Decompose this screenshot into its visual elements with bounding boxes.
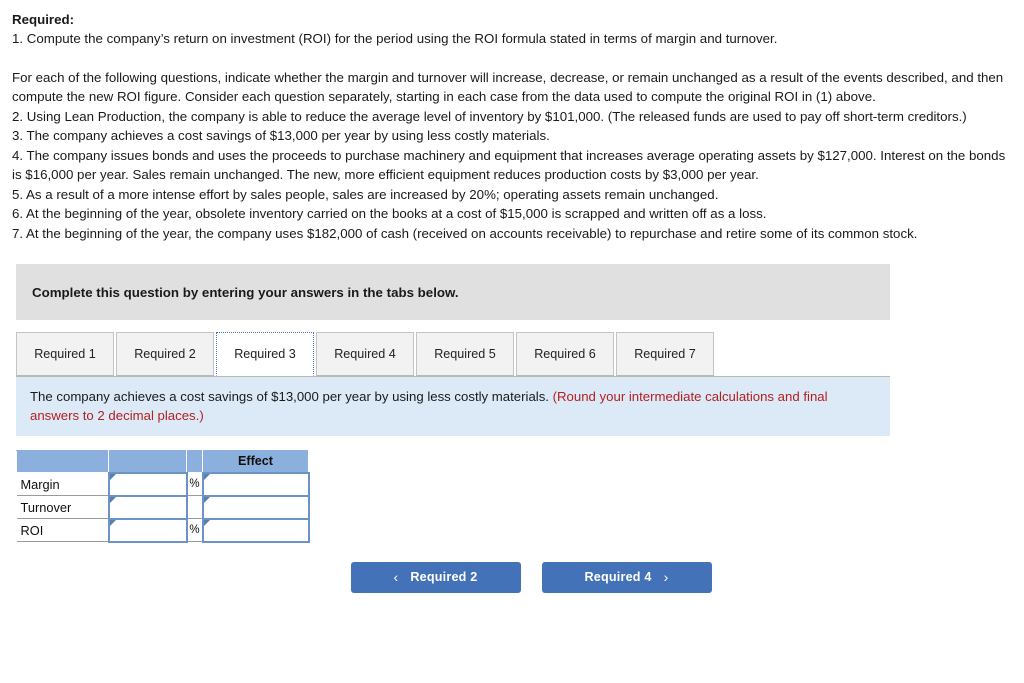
requirements-intro: For each of the following questions, ind… [12, 69, 1004, 105]
question-info-bar: The company achieves a cost savings of $… [16, 377, 890, 436]
tab-required-6[interactable]: Required 6 [516, 332, 614, 376]
answer-table: Effect Margin% Turnover ROI% [16, 450, 310, 543]
row-label: Margin [16, 472, 109, 496]
next-required-button[interactable]: Required 4 › [541, 561, 712, 593]
header-effect: Effect [202, 450, 309, 473]
question-panel: Complete this question by entering your … [16, 264, 890, 436]
requirement-item-3: 3. The company achieves a cost savings o… [12, 128, 550, 143]
tab-required-7[interactable]: Required 7 [616, 332, 714, 376]
header-blank-3 [186, 450, 203, 473]
table-row: Margin% [16, 471, 310, 497]
tab-label: Required 6 [534, 347, 596, 361]
unit-label [186, 495, 203, 519]
answer-table-wrap: Effect Margin% Turnover ROI% [16, 450, 1024, 543]
row-label: ROI [16, 518, 109, 542]
tab-label: Required 2 [134, 347, 196, 361]
chevron-left-icon: ‹ [393, 569, 399, 585]
table-row: Turnover [16, 494, 310, 520]
question-statement: The company achieves a cost savings of $… [30, 389, 549, 404]
value-input[interactable] [107, 517, 188, 543]
tab-required-5[interactable]: Required 5 [416, 332, 514, 376]
required-heading: Required: [12, 12, 75, 27]
tab-strip: Required 1 Required 2 Required 3 Required 4… [16, 332, 890, 377]
tab-label: Required 5 [434, 347, 496, 361]
tab-required-2[interactable]: Required 2 [116, 332, 214, 376]
requirement-item-5: 5. As a result of a more intense effort … [12, 186, 719, 202]
requirements-section: Required: 1. Compute the company’s retur… [0, 0, 1024, 243]
chevron-right-icon: › [663, 569, 669, 585]
tab-required-1[interactable]: Required 1 [16, 332, 114, 376]
unit-label: % [186, 518, 203, 542]
value-input[interactable] [107, 471, 188, 497]
value-input[interactable] [107, 494, 188, 520]
unit-label: % [186, 472, 203, 496]
effect-input[interactable] [201, 517, 310, 543]
requirement-item-2: 2. Using Lean Production, the company is… [12, 108, 967, 124]
requirement-item-4: 4. The company issues bonds and uses the… [12, 147, 1006, 183]
effect-input[interactable] [201, 471, 310, 497]
header-blank-2 [108, 450, 187, 473]
navigation-row: ‹ Required 2 Required 4 › [0, 561, 1024, 593]
prev-required-button[interactable]: ‹ Required 2 [350, 561, 521, 593]
instruction-banner-text: Complete this question by entering your … [32, 284, 459, 300]
requirement-item-1: 1. Compute the company’s return on inves… [12, 31, 778, 46]
table-header-row: Effect [16, 450, 309, 473]
tab-label: Required 7 [634, 347, 696, 361]
next-required-label: Required 4 [584, 570, 652, 584]
effect-input[interactable] [201, 494, 310, 520]
tab-required-3[interactable]: Required 3 [216, 332, 314, 376]
header-blank-1 [16, 450, 109, 473]
requirement-item-6: 6. At the beginning of the year, obsolet… [12, 206, 767, 221]
tab-label: Required 4 [334, 347, 396, 361]
tab-label: Required 1 [34, 347, 96, 361]
instruction-banner: Complete this question by entering your … [16, 264, 890, 320]
row-label: Turnover [16, 495, 109, 519]
table-row: ROI% [16, 517, 310, 543]
tab-required-4[interactable]: Required 4 [316, 332, 414, 376]
prev-required-label: Required 2 [410, 570, 478, 584]
tab-label: Required 3 [234, 347, 296, 361]
requirement-item-7: 7. At the beginning of the year, the com… [12, 225, 918, 241]
